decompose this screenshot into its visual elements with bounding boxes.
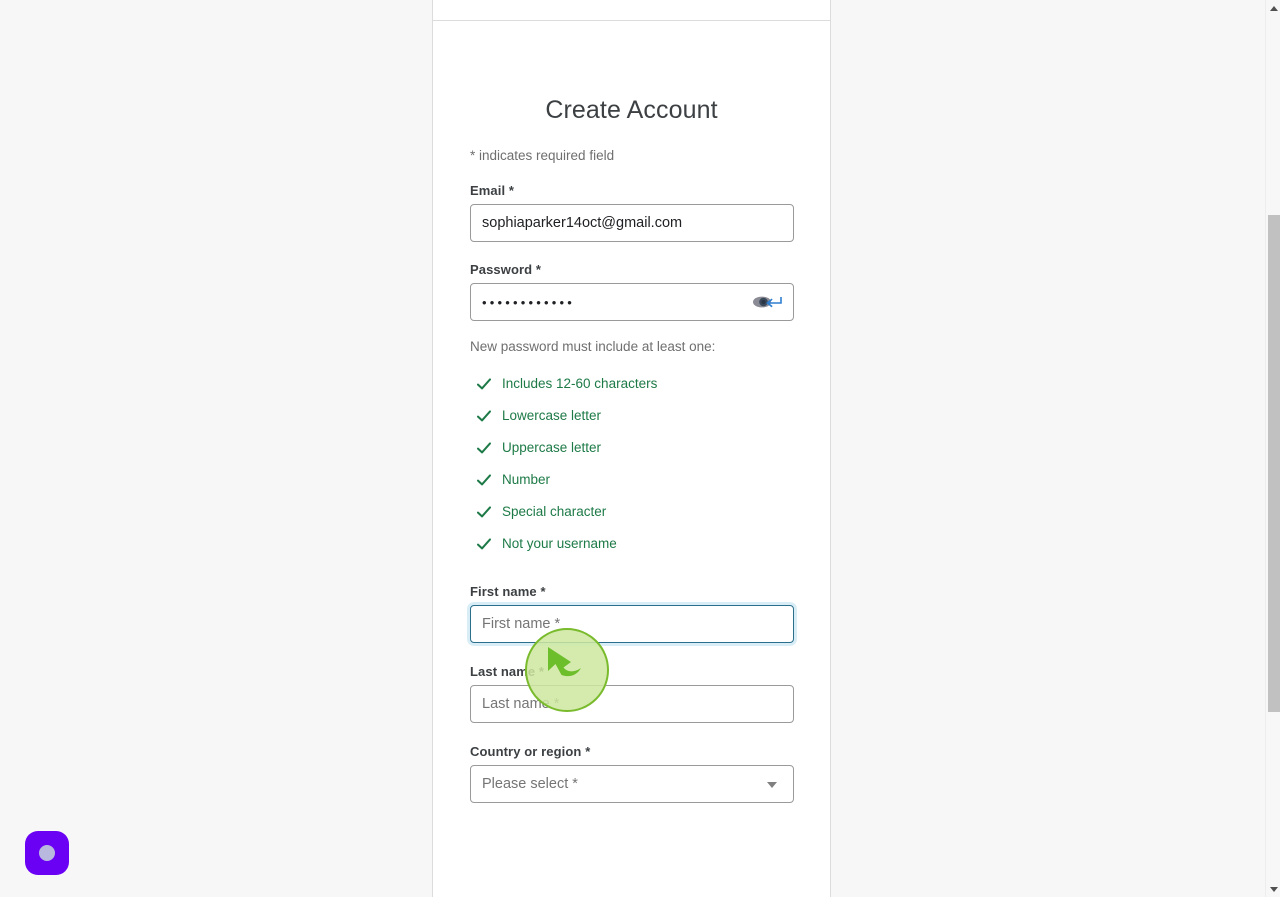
check-icon [477,441,491,453]
password-label: Password * [470,262,542,277]
country-field-group: Country or region * Please select * [433,744,830,803]
first-name-field-group: First name * [433,584,830,643]
check-icon [477,537,491,549]
last-name-field-group: Last name * [433,664,830,723]
password-input[interactable]: •••••••••••• [470,283,794,321]
password-rule-item: Not your username [470,528,793,560]
password-field-group: Password * •••••••••••• [433,262,830,321]
check-icon [477,505,491,517]
last-name-input[interactable] [470,684,794,723]
first-name-label: First name * [470,583,546,599]
country-select-wrapper: Please select * [470,764,794,803]
triangle-up-icon [1269,5,1278,11]
page-background: Create Account * indicates required fiel… [0,0,1265,897]
vertical-scrollbar[interactable] [1265,0,1280,897]
password-rule-label: Number [502,472,551,487]
password-rule-item: Uppercase letter [470,432,793,464]
password-hint: New password must include at least one: [470,339,716,354]
first-name-input[interactable] [470,604,794,643]
circle-dot-icon [39,845,55,861]
country-select[interactable]: Please select * [470,764,794,803]
password-rule-item: Lowercase letter [470,400,793,432]
email-label: Email * [470,183,515,198]
scroll-up-arrow[interactable] [1266,0,1280,16]
extension-badge[interactable] [25,831,69,875]
password-rule-label: Uppercase letter [502,440,602,455]
email-field-group: Email * [433,183,830,242]
scrollbar-thumb[interactable] [1268,215,1280,712]
check-icon [477,377,491,389]
last-name-label: Last name * [470,663,545,679]
required-field-note: * indicates required field [470,148,615,163]
check-icon [477,409,491,421]
password-input-wrapper: •••••••••••• [470,283,794,321]
card-content: Create Account * indicates required fiel… [433,21,830,803]
password-rule-item: Special character [470,496,793,528]
password-rule-label: Includes 12-60 characters [502,376,658,391]
password-rule-label: Special character [502,504,607,519]
password-rule-label: Lowercase letter [502,408,602,423]
password-rule-item: Number [470,464,793,496]
eye-icon[interactable] [752,292,782,312]
password-rule-label: Not your username [502,536,617,551]
scroll-down-arrow[interactable] [1266,881,1280,897]
password-rule-item: Includes 12-60 characters [470,368,793,400]
triangle-down-icon [1269,886,1278,892]
email-input[interactable] [470,204,794,242]
create-account-card: Create Account * indicates required fiel… [432,0,831,897]
check-icon [477,473,491,485]
country-label: Country or region * [470,743,591,759]
password-rules-list: Includes 12-60 characters Lowercase lett… [433,368,830,560]
page-title: Create Account [545,96,718,124]
